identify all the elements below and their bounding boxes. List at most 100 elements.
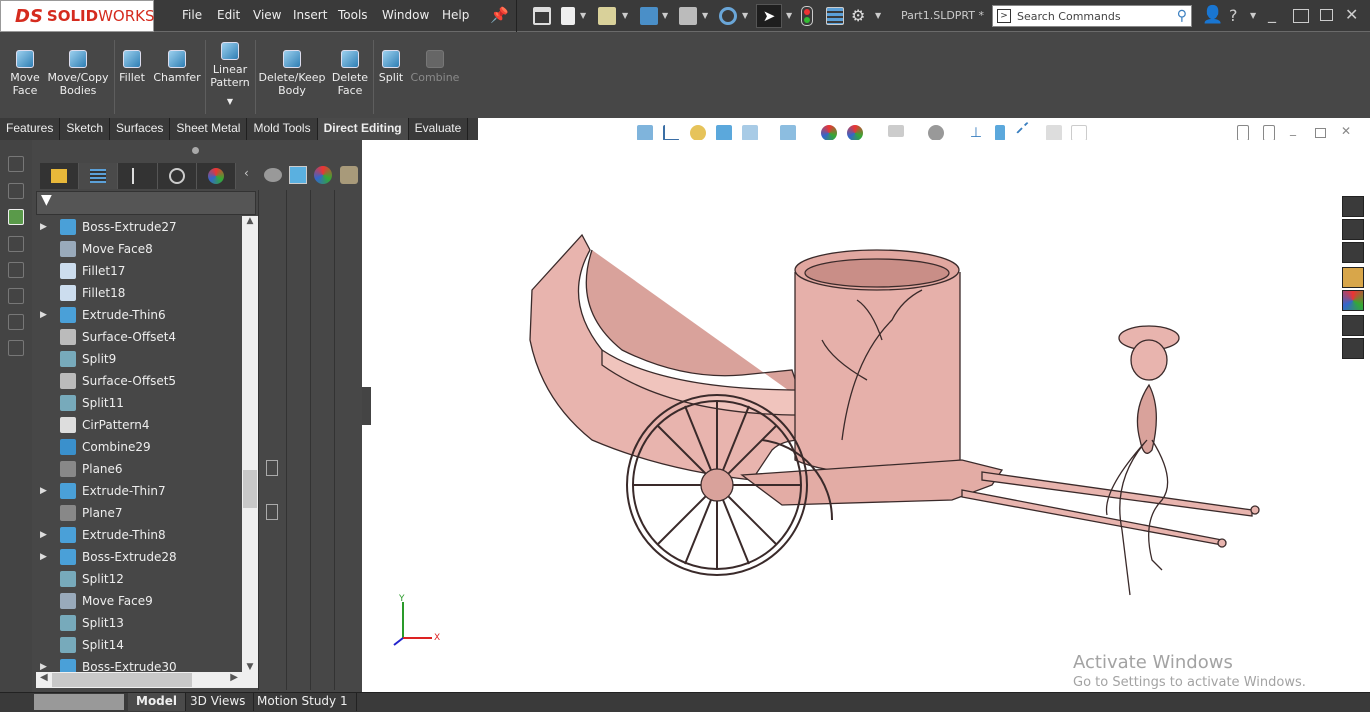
body-icon[interactable] [289,166,307,184]
annotation-icon[interactable] [8,209,24,225]
display-style-icon[interactable] [780,125,796,141]
tab-3d-views[interactable]: 3D Views [182,693,255,711]
menu-window[interactable]: Window [382,8,429,22]
tree-vertical-scrollbar[interactable]: ▲ ▼ [242,216,258,672]
previous-pane-icon[interactable] [1237,125,1249,141]
tree-item[interactable]: ▶ Boss-Extrude28 [40,546,177,568]
linear-pattern-button[interactable]: Linear Pattern ▼ [209,38,251,108]
expand-arrow-icon[interactable]: ▶ [40,662,60,672]
tab-sketch[interactable]: Sketch [60,118,111,140]
menu-help[interactable]: Help [442,8,469,22]
move-copy-bodies-button[interactable]: Move/Copy Bodies [46,46,110,97]
tree-item[interactable]: Split9 [40,348,116,370]
tree-item[interactable]: Combine29 [40,436,151,458]
viewport-restore-icon[interactable] [1315,128,1326,138]
delete-keep-body-button[interactable]: Delete/Keep Body [258,46,326,97]
graphics-area[interactable]: Y X [362,140,1340,692]
viewport-close-icon[interactable]: ✕ [1341,124,1351,138]
dimxpert-tab[interactable] [157,163,197,189]
tree-item[interactable]: Move Face9 [40,590,153,612]
tab-scroll-buttons[interactable] [34,694,124,710]
undo-icon[interactable] [719,7,737,25]
new-document-icon[interactable] [561,7,575,25]
tab-features[interactable]: Features [0,118,61,140]
tree-item[interactable]: Move Face8 [40,238,153,260]
minimize-icon[interactable]: _ [1268,4,1276,23]
appearances-icon[interactable] [1342,290,1364,311]
view-orientation-icon[interactable] [742,125,758,141]
propertymanager-tab[interactable] [79,163,119,189]
hide-icon[interactable] [264,168,282,182]
tree-item[interactable]: Split11 [40,392,124,414]
filter-icon[interactable]: ▼ [41,192,52,208]
tree-item[interactable]: ▶ Extrude-Thin6 [40,304,166,326]
tree-item[interactable]: Split12 [40,568,124,590]
print-icon[interactable] [679,7,697,25]
rebuild-traffic-light-icon[interactable] [801,6,813,26]
scroll-thumb[interactable] [52,673,192,687]
file-explorer-icon[interactable] [1342,242,1364,263]
tab-motion-study-1[interactable]: Motion Study 1 [249,693,357,711]
hide-show-items-icon[interactable] [928,125,944,141]
linear-pattern-dropdown-icon[interactable]: ▼ [209,95,251,108]
zoom-to-fit-icon[interactable] [637,125,653,141]
tree-item[interactable]: Split13 [40,612,124,634]
tile-window-icon[interactable] [1320,9,1333,21]
tree-filter[interactable]: ▼ [36,191,256,215]
appearance-icon[interactable] [314,166,332,184]
search-commands-input[interactable]: > Search Commands ⚲ [992,5,1192,27]
panel-splitter-handle[interactable] [192,147,199,154]
tab-sheet-metal[interactable]: Sheet Metal [170,118,248,140]
close-icon[interactable]: ✕ [1345,5,1358,24]
triad-icon[interactable]: ⊥ [968,125,984,141]
featuremanager-tab[interactable] [40,163,80,189]
tree-item[interactable]: ▶ Boss-Extrude27 [40,216,177,238]
tree-item[interactable]: Plane6 [40,458,123,480]
menu-insert[interactable]: Insert [293,8,327,22]
custom-properties-icon[interactable] [1342,315,1364,336]
move-face-button[interactable]: Move Face [8,46,42,97]
scroll-right-icon[interactable]: ▶ [230,672,238,683]
panel-collapse-handle[interactable] [362,387,371,425]
rickshaw-3d-model[interactable]: Y X [362,140,1340,692]
tab-evaluate[interactable]: Evaluate [408,118,469,140]
configurationmanager-tab[interactable] [118,163,158,189]
select-dropdown-icon[interactable]: ▼ [786,11,792,20]
view-palette-icon[interactable] [1342,267,1364,288]
solidworks-logo[interactable]: DS SOLID WORKS [0,0,154,32]
menu-edit[interactable]: Edit [217,8,240,22]
viewport-minimize-icon[interactable]: _ [1290,122,1296,136]
forum-icon[interactable] [1342,338,1364,359]
tree-item[interactable]: Fillet17 [40,260,125,282]
help-dropdown-icon[interactable]: ▼ [1250,11,1256,20]
tree-item[interactable]: Split14 [40,634,124,656]
menu-tools[interactable]: Tools [338,8,368,22]
previous-view-icon[interactable] [690,125,706,141]
tab-model[interactable]: Model [128,693,187,711]
zoom-to-area-icon[interactable] [663,125,679,141]
undo-dropdown-icon[interactable]: ▼ [742,11,748,20]
display-manager-tab[interactable] [196,163,237,189]
next-pane-icon[interactable] [1263,125,1275,141]
chevron-left-icon[interactable]: ‹ [244,166,249,180]
tab-mold-tools[interactable]: Mold Tools [247,118,318,140]
scroll-down-icon[interactable]: ▼ [242,662,258,672]
tab-direct-editing[interactable]: Direct Editing [317,118,409,140]
tree-horizontal-scrollbar[interactable]: ◀ ▶ [36,672,258,688]
tab-surfaces[interactable]: Surfaces [110,118,171,140]
edit-appearance-icon[interactable] [821,125,837,141]
options-gear-icon[interactable]: ⚙ [851,6,865,25]
plane-icon[interactable] [995,125,1005,141]
tree-item[interactable]: ▶ Extrude-Thin7 [40,480,166,502]
home-icon[interactable] [533,7,551,25]
help-icon[interactable]: ? [1229,6,1238,25]
menu-view[interactable]: View [253,8,281,22]
tree-item[interactable]: CirPattern4 [40,414,149,436]
scroll-thumb[interactable] [243,470,257,508]
scroll-left-icon[interactable]: ◀ [40,672,48,683]
user-account-icon[interactable]: 👤 [1202,5,1223,25]
delete-face-button[interactable]: Delete Face [331,46,369,97]
options-dropdown-icon[interactable]: ▼ [875,11,881,20]
expand-arrow-icon[interactable]: ▶ [40,486,60,496]
design-library-icon[interactable] [1342,219,1364,240]
